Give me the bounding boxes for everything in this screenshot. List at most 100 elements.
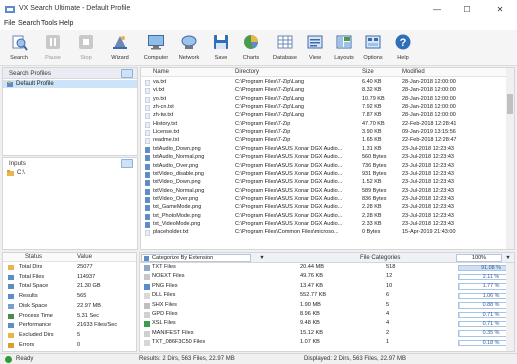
database-icon: [277, 35, 293, 49]
profile-item[interactable]: Default Profile: [3, 80, 137, 88]
file-row[interactable]: placeholder.txt C:\Program Files\Common F…: [141, 229, 514, 237]
file-row[interactable]: va.txt C:\Program Files\7-Zip\Lang 6.40 KB…: [141, 79, 514, 86]
computer-button[interactable]: Computer: [139, 33, 173, 64]
help-icon: ?: [395, 34, 411, 50]
category-row[interactable]: NOEXT Files 49.76 KB 12 2.11 %: [140, 273, 514, 281]
file-size: 6.40 KB: [362, 79, 382, 85]
column-size[interactable]: Size: [362, 69, 374, 75]
category-row[interactable]: TXT_086F3C50 Files 1.07 KB 1 0.18 %: [140, 339, 514, 347]
folder-icon: [7, 170, 14, 176]
scrollbar-thumb[interactable]: [507, 94, 513, 114]
menu-tools[interactable]: Tools: [41, 20, 57, 27]
column-name[interactable]: Name: [153, 69, 169, 75]
file-name: txt_VideoMode.png: [153, 220, 201, 227]
wizard-button[interactable]: Wizard: [103, 33, 137, 64]
categories-panel: Categorize By Extension ▼ File Categorie…: [139, 252, 515, 352]
status-label: Performance: [19, 322, 52, 329]
file-modified: 28-Jan-2018 12:00:00: [402, 87, 456, 94]
categories-scrollbar[interactable]: [506, 263, 514, 351]
file-name: txtAudio_Normal.png: [153, 154, 205, 161]
category-row[interactable]: SHX Files 1.90 MB 5 0.88 %: [140, 302, 514, 310]
zoom-level[interactable]: 100%: [456, 254, 502, 262]
network-icon: [181, 35, 197, 49]
file-row[interactable]: txtVideo_Normal.png C:\Program Files\ASUS…: [141, 188, 514, 195]
category-row[interactable]: MANIFEST Files 15.12 KB 2 0.35 %: [140, 330, 514, 338]
charts-button[interactable]: Charts: [234, 33, 268, 64]
column-directory[interactable]: Directory: [235, 69, 259, 75]
category-row[interactable]: TXT Files 20.44 MB 518 91.08 %: [140, 264, 514, 272]
status-value: 5.31 Sec: [77, 312, 100, 319]
file-row[interactable]: txtVideo_Over.png C:\Program Files\ASUS X…: [141, 196, 514, 203]
close-button[interactable]: ✕: [488, 3, 512, 16]
category-count: 5: [386, 301, 390, 308]
file-row[interactable]: zh-cn.txt C:\Program Files\7-Zip\Lang 7.92…: [141, 104, 514, 112]
search-button[interactable]: Search: [2, 33, 36, 64]
file-row[interactable]: txt_PhotoMode.png C:\Program Files\ASUS X…: [141, 213, 514, 220]
category-row[interactable]: XSL Files 9.48 KB 4 0.71 %: [140, 320, 514, 328]
maximize-button[interactable]: ☐: [455, 3, 479, 16]
status-icon: [8, 332, 14, 338]
file-row[interactable]: txtVideo_Down.png C:\Program Files\ASUS X…: [141, 179, 514, 187]
status-icon: [8, 265, 14, 270]
category-count: 1: [386, 339, 390, 346]
categorize-select[interactable]: Categorize By Extension: [141, 254, 251, 262]
category-size: 49.76 KB: [300, 273, 324, 280]
file-row[interactable]: readme.txt C:\Program Files\7-Zip 1.65 KB 2…: [141, 137, 514, 145]
status-row: Total Space 21.30 GB: [3, 283, 136, 290]
file-name: txt_PhotoMode.png: [153, 212, 201, 219]
file-row[interactable]: vi.txt C:\Program Files\7-Zip\Lang 8.32 KB…: [141, 87, 514, 95]
file-row[interactable]: License.txt C:\Program Files\7-Zip 3.90 KB…: [141, 129, 514, 137]
menu-help[interactable]: Help: [59, 20, 73, 27]
file-row[interactable]: txt_GameMode.png C:\Program Files\ASUS Xo…: [141, 204, 514, 212]
status-value: 22.97 MB: [77, 302, 101, 309]
menu-search[interactable]: Search: [18, 20, 40, 27]
app-icon: [5, 6, 15, 13]
file-size: 0 Bytes: [362, 229, 381, 236]
save-button[interactable]: Save: [204, 33, 238, 64]
file-row[interactable]: zh-tw.txt C:\Program Files\7-Zip\Lang 7.87…: [141, 112, 514, 120]
category-row[interactable]: PNG Files 13.47 KB 10 1.77 %: [140, 283, 514, 291]
category-count: 4: [386, 320, 390, 327]
file-row[interactable]: txtVideo_disable.png C:\Program Files\ASU…: [141, 171, 514, 178]
select-chevron-down-icon[interactable]: ▼: [257, 255, 267, 261]
search-profiles-header: Search Profiles: [3, 68, 137, 79]
file-size: 8.32 KB: [362, 87, 382, 94]
network-button[interactable]: Network: [172, 33, 206, 64]
file-modified: 23-Jul-2018 12:23:43: [402, 195, 454, 202]
stop-button[interactable]: Stop: [69, 33, 103, 64]
image-file-icon: [145, 180, 150, 187]
options-button[interactable]: Options: [356, 33, 390, 64]
file-row[interactable]: txtAudio_Over.png C:\Program Files\ASUS X…: [141, 163, 514, 170]
file-row[interactable]: txtAudio_Down.png C:\Program Files\ASUS X…: [141, 146, 514, 153]
file-size: 7.92 KB: [362, 104, 382, 111]
help-button[interactable]: ? Help: [386, 33, 420, 64]
category-count: 10: [386, 282, 393, 289]
file-list-scrollbar[interactable]: [506, 68, 514, 249]
file-row[interactable]: History.txt C:\Program Files\7-Zip 47.70 K…: [141, 121, 514, 128]
zoom-chevron-down-icon[interactable]: ▼: [504, 254, 512, 262]
file-row[interactable]: txtAudio_Normal.png C:\Program Files\ASUS…: [141, 154, 514, 162]
file-size: 560 Bytes: [362, 154, 387, 161]
inputs-panel: Inputs C:\: [2, 157, 138, 250]
category-row[interactable]: GPD Files 8.96 KB 4 0.71 %: [140, 311, 514, 319]
file-modified: 23-Jul-2018 12:23:43: [402, 170, 454, 177]
file-name: vi.txt: [153, 87, 165, 94]
database-button[interactable]: Database: [268, 33, 302, 64]
minimize-button[interactable]: —: [425, 3, 449, 16]
add-profile-button[interactable]: [121, 69, 133, 78]
status-icon: [8, 323, 14, 329]
file-name: txt_GameMode.png: [153, 204, 202, 211]
menu-file[interactable]: File: [4, 20, 15, 27]
category-name: PNG Files: [152, 282, 178, 289]
category-row[interactable]: DLL Files 552.77 KB 6 1.06 %: [140, 292, 514, 300]
status-row: Errors 0: [3, 342, 136, 349]
category-name: XSL Files: [152, 320, 176, 327]
column-modified[interactable]: Modified: [402, 69, 425, 75]
status-row: Excluded Dirs 5: [3, 332, 136, 339]
status-icon: [8, 313, 14, 319]
pause-button[interactable]: Pause: [36, 33, 70, 64]
add-input-button[interactable]: [121, 159, 133, 168]
input-item[interactable]: C:\: [3, 169, 137, 177]
file-row[interactable]: txt_VideoMode.png C:\Program Files\ASUS X…: [141, 221, 514, 228]
file-row[interactable]: yo.txt C:\Program Files\7-Zip\Lang 10.79 K…: [141, 96, 514, 103]
